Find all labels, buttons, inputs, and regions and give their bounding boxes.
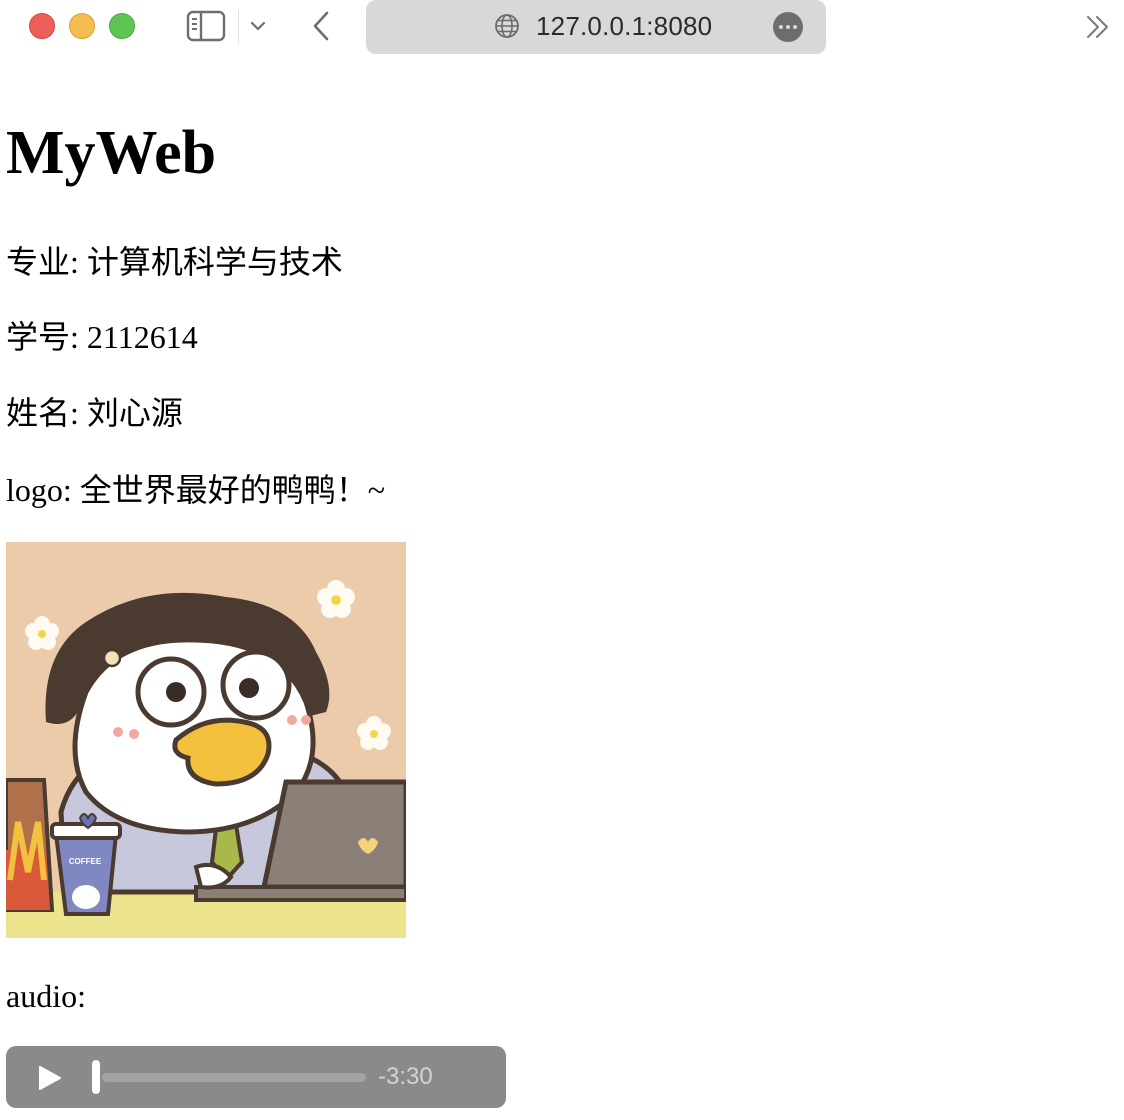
audio-player[interactable]: -3:30 [6, 1046, 506, 1108]
toolbar-divider [238, 10, 239, 44]
logo-label: logo: 全世界最好的鸭鸭！~ [6, 472, 386, 508]
sidebar-icon [186, 10, 226, 42]
audio-label: audio: [6, 978, 86, 1014]
more-icon [779, 25, 783, 29]
audio-time-remaining: -3:30 [378, 1063, 433, 1090]
audio-progress-thumb[interactable] [92, 1060, 100, 1094]
globe-icon [495, 14, 519, 38]
close-window-button[interactable] [29, 13, 55, 39]
name-text: 姓名: 刘心源 [6, 395, 183, 431]
coffee-cup-text: COFFEE [69, 857, 102, 866]
play-button[interactable] [34, 1063, 64, 1093]
minimize-window-button[interactable] [69, 13, 95, 39]
duck-illustration: COFFEE [6, 542, 406, 938]
address-bar[interactable]: 127.0.0.1:8080 [366, 0, 826, 54]
page-title: MyWeb [6, 119, 217, 187]
page-menu-button[interactable] [773, 12, 803, 42]
zoom-window-button[interactable] [109, 13, 135, 39]
back-button[interactable] [306, 8, 336, 44]
audio-progress-track[interactable] [102, 1073, 366, 1082]
double-chevron-right-icon [1087, 16, 1108, 38]
chevron-down-icon [250, 21, 266, 31]
more-icon-dot [793, 25, 797, 29]
student-id-text: 学号: 2112614 [6, 319, 198, 355]
more-icon-dot [786, 25, 790, 29]
browser-toolbar: 127.0.0.1:8080 [0, 0, 1124, 56]
url-text[interactable]: 127.0.0.1:8080 [536, 11, 712, 42]
play-icon [39, 1066, 61, 1090]
chevron-left-icon [313, 11, 329, 41]
sidebar-toggle-button[interactable] [184, 8, 228, 44]
major-text: 专业: 计算机科学与技术 [6, 244, 343, 280]
tab-group-menu-button[interactable] [244, 12, 272, 40]
show-tabs-button[interactable] [1080, 10, 1116, 44]
duck-logo-image: COFFEE [6, 542, 406, 938]
